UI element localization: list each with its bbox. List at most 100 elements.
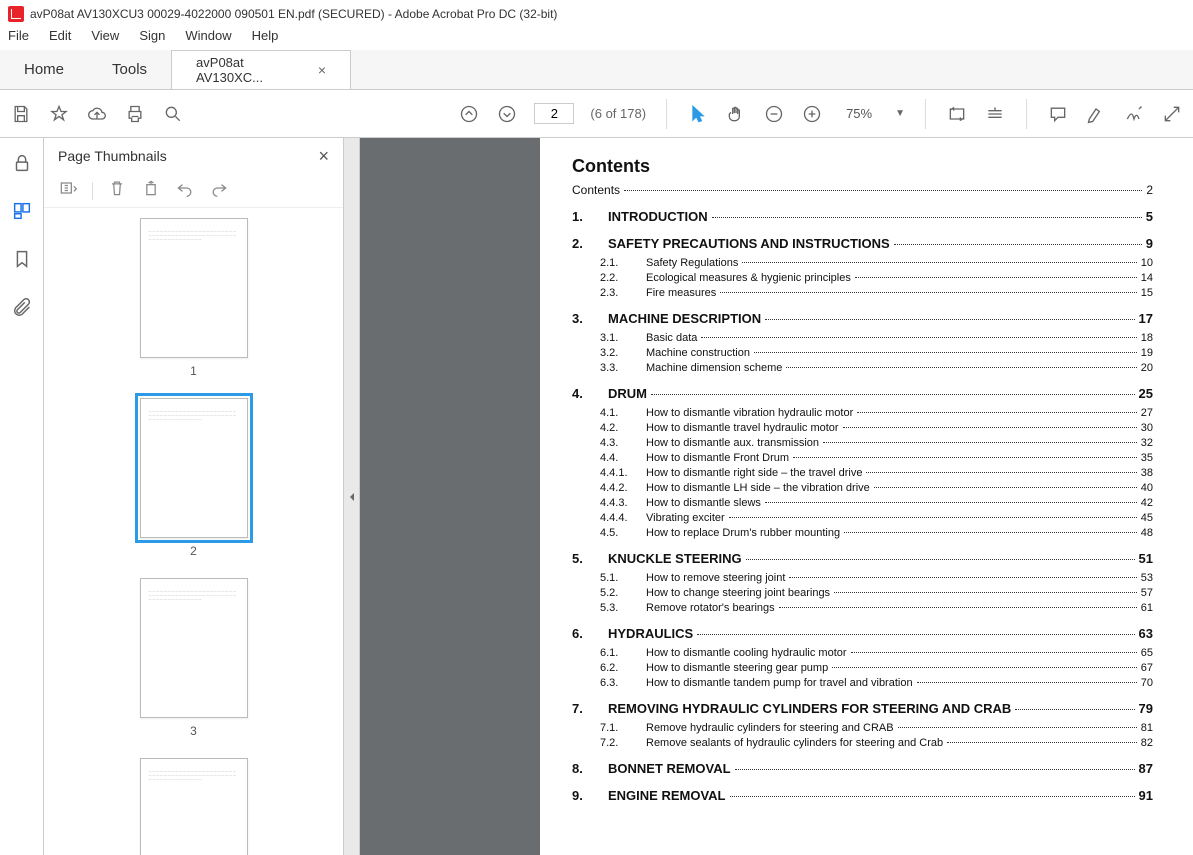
toc-num: 5. [572, 551, 608, 566]
toc-page: 18 [1141, 332, 1153, 344]
toc-entry: How to dismantle right side – the travel… [646, 467, 862, 479]
toc-entry: How to replace Drum's rubber mounting [646, 527, 840, 539]
thumbnail-page-2[interactable]: — — — — — — — — — — — — — — — — — — — — … [44, 398, 343, 558]
save-icon[interactable] [10, 103, 32, 125]
hand-icon[interactable] [725, 103, 747, 125]
toc-entry: How to dismantle Front Drum [646, 452, 789, 464]
toc-page: 51 [1139, 551, 1153, 566]
panel-close-icon[interactable]: × [318, 146, 329, 167]
toc-page: 17 [1139, 311, 1153, 326]
toc-entry: Remove sealants of hydraulic cylinders f… [646, 737, 943, 749]
toc-num: 3.2. [600, 347, 646, 359]
zoom-dropdown-icon[interactable]: ▼ [895, 108, 905, 119]
zoom-level[interactable]: 75% [839, 103, 879, 124]
tab-tools[interactable]: Tools [88, 50, 171, 89]
collapse-panel-icon[interactable] [344, 138, 360, 855]
toc-entry: How to dismantle LH side – the vibration… [646, 482, 870, 494]
menu-file[interactable]: File [8, 28, 29, 50]
toc-num: 1. [572, 209, 608, 224]
thumbnail-number: 2 [190, 544, 197, 558]
tab-row: Home Tools avP08at AV130XC... × [0, 50, 1193, 90]
toolbar: (6 of 178) 75% ▼ [0, 90, 1193, 138]
toc-page: 30 [1141, 422, 1153, 434]
toc-num: 3.3. [600, 362, 646, 374]
page-up-icon[interactable] [458, 103, 480, 125]
delete-icon[interactable] [107, 178, 127, 203]
close-icon[interactable]: × [318, 62, 326, 78]
toc-entry: Remove hydraulic cylinders for steering … [646, 722, 894, 734]
tab-document[interactable]: avP08at AV130XC... × [171, 50, 351, 89]
toc-page: 67 [1141, 662, 1153, 674]
toc-num: 9. [572, 788, 608, 803]
menu-window[interactable]: Window [185, 28, 231, 50]
toc-num: 7.1. [600, 722, 646, 734]
bookmark-icon[interactable] [11, 248, 33, 270]
menubar: File Edit View Sign Window Help [0, 28, 1193, 50]
fit-width-icon[interactable] [946, 103, 968, 125]
search-icon[interactable] [162, 103, 184, 125]
toc-page: 70 [1141, 677, 1153, 689]
lock-icon[interactable] [11, 152, 33, 174]
rotate-icon[interactable] [141, 178, 161, 203]
thumbnails-icon[interactable] [11, 200, 33, 222]
toc-num: 7.2. [600, 737, 646, 749]
print-icon[interactable] [124, 103, 146, 125]
page-count-label: (6 of 178) [590, 106, 646, 121]
pointer-icon[interactable] [687, 103, 709, 125]
thumbnail-page-3[interactable]: — — — — — — — — — — — — — — — — — — — — … [44, 578, 343, 738]
toc-num: 2.2. [600, 272, 646, 284]
page-number-input[interactable] [534, 103, 574, 124]
toc-page: 27 [1141, 407, 1153, 419]
zoom-in-icon[interactable] [801, 103, 823, 125]
toc-num: 4.4. [600, 452, 646, 464]
menu-view[interactable]: View [91, 28, 119, 50]
toc-num: 4.4.4. [600, 512, 646, 524]
toc-entry: KNUCKLE STEERING [608, 551, 742, 566]
sign-icon[interactable] [1123, 103, 1145, 125]
menu-sign[interactable]: Sign [139, 28, 165, 50]
menu-edit[interactable]: Edit [49, 28, 71, 50]
tab-document-label: avP08at AV130XC... [196, 55, 310, 85]
toc-entry: Fire measures [646, 287, 716, 299]
redo-icon[interactable] [209, 178, 229, 203]
toc-entry: Machine construction [646, 347, 750, 359]
toc-num: 5.2. [600, 587, 646, 599]
toc-entry: How to dismantle tandem pump for travel … [646, 677, 913, 689]
toc-entry: Safety Regulations [646, 257, 738, 269]
toc-entry: INTRODUCTION [608, 209, 708, 224]
tab-home[interactable]: Home [0, 50, 88, 89]
page-down-icon[interactable] [496, 103, 518, 125]
toc-num: 8. [572, 761, 608, 776]
toc-num: 5.3. [600, 602, 646, 614]
panel-toolbar [44, 174, 343, 208]
toc-entry: Ecological measures & hygienic principle… [646, 272, 851, 284]
toc-page: 53 [1141, 572, 1153, 584]
fit-page-icon[interactable] [984, 103, 1006, 125]
toc-entry: How to change steering joint bearings [646, 587, 830, 599]
undo-icon[interactable] [175, 178, 195, 203]
contents-heading: Contents [572, 156, 1153, 177]
panel-options-icon[interactable] [58, 178, 78, 203]
cloud-icon[interactable] [86, 103, 108, 125]
toc-page: 91 [1139, 788, 1153, 803]
thumbnail-page-4[interactable]: — — — — — — — — — — — — — — — — — — — — … [44, 758, 343, 855]
document-area[interactable]: Contents Contents21.INTRODUCTION52.SAFET… [360, 138, 1193, 855]
pdf-icon [8, 6, 24, 22]
toc-num: 6.2. [600, 662, 646, 674]
toc-num: 4.4.3. [600, 497, 646, 509]
thumbnails-list[interactable]: — — — — — — — — — — — — — — — — — — — — … [44, 208, 343, 855]
thumbnail-page-1[interactable]: — — — — — — — — — — — — — — — — — — — — … [44, 218, 343, 378]
toc-num: 2.1. [600, 257, 646, 269]
toc-num: 4.3. [600, 437, 646, 449]
zoom-out-icon[interactable] [763, 103, 785, 125]
star-icon[interactable] [48, 103, 70, 125]
highlight-icon[interactable] [1085, 103, 1107, 125]
comment-icon[interactable] [1047, 103, 1069, 125]
menu-help[interactable]: Help [252, 28, 279, 50]
more-tools-icon[interactable] [1161, 103, 1183, 125]
window-title: avP08at AV130XCU3 00029-4022000 090501 E… [30, 7, 557, 21]
toc-page: 20 [1141, 362, 1153, 374]
toc-entry: How to dismantle slews [646, 497, 761, 509]
attachment-icon[interactable] [11, 296, 33, 318]
thumbnail-number: 1 [190, 364, 197, 378]
